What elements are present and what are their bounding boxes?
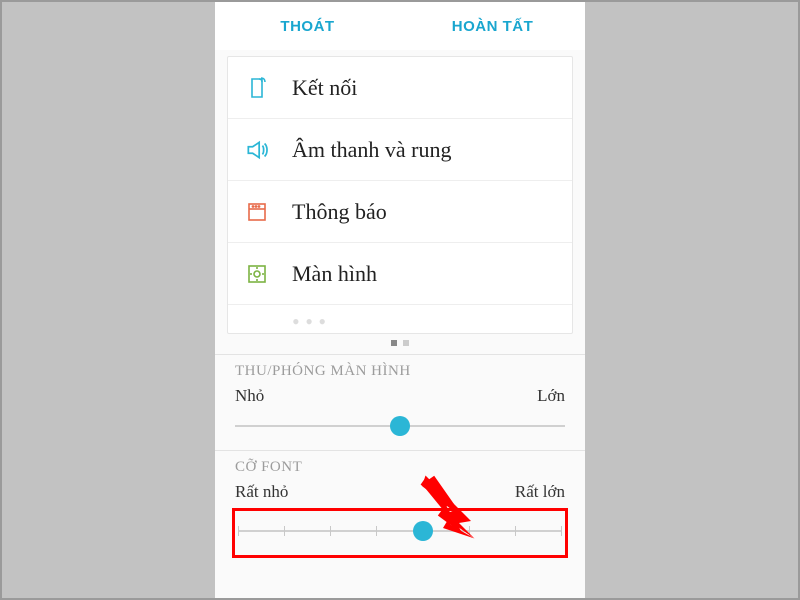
phone-screen: THOÁT HOÀN TẤT Kết nối — [215, 2, 585, 598]
display-icon — [242, 259, 272, 289]
cancel-button[interactable]: THOÁT — [215, 2, 400, 50]
font-slider[interactable] — [238, 517, 562, 545]
list-item-partial[interactable]: • • • — [228, 305, 572, 333]
slider-min-label: Nhỏ — [235, 386, 264, 406]
unknown-icon — [242, 309, 272, 333]
connection-icon — [242, 73, 272, 103]
section-title: THU/PHÓNG MÀN HÌNH — [235, 363, 565, 380]
page-indicator — [215, 334, 585, 354]
font-slider-group: Rất nhỏ Rất lớn — [235, 482, 565, 568]
list-item-notification[interactable]: Thông báo — [228, 181, 572, 243]
list-item-label: Âm thanh và rung — [292, 137, 451, 163]
list-item-label: Màn hình — [292, 261, 377, 287]
zoom-slider[interactable] — [235, 412, 565, 440]
slider-ticks — [238, 526, 562, 536]
pager-dot-active — [391, 340, 397, 346]
slider-thumb[interactable] — [390, 416, 410, 436]
font-size-section: CỠ FONT Rất nhỏ Rất lớn — [215, 450, 585, 568]
dialog-header: THOÁT HOÀN TẤT — [215, 2, 585, 50]
slider-min-label: Rất nhỏ — [235, 482, 288, 502]
pager-dot — [403, 340, 409, 346]
list-item-label: Kết nối — [292, 75, 357, 101]
slider-max-label: Rất lớn — [515, 482, 565, 502]
done-button[interactable]: HOÀN TẤT — [400, 2, 585, 50]
screen-zoom-section: THU/PHÓNG MÀN HÌNH Nhỏ Lớn — [215, 354, 585, 450]
settings-preview-card: Kết nối Âm thanh và rung — [227, 56, 573, 334]
notification-icon — [242, 197, 272, 227]
list-item-label: • • • — [292, 309, 326, 333]
list-item-display[interactable]: Màn hình — [228, 243, 572, 305]
section-title: CỠ FONT — [235, 459, 565, 476]
zoom-slider-group: Nhỏ Lớn — [235, 386, 565, 450]
screenshot-frame: THOÁT HOÀN TẤT Kết nối — [0, 0, 800, 600]
slider-max-label: Lớn — [537, 386, 565, 406]
red-highlight-box — [232, 508, 568, 558]
list-item-label: Thông báo — [292, 199, 387, 225]
sound-icon — [242, 135, 272, 165]
list-item-connection[interactable]: Kết nối — [228, 57, 572, 119]
list-item-sound[interactable]: Âm thanh và rung — [228, 119, 572, 181]
slider-thumb[interactable] — [413, 521, 433, 541]
